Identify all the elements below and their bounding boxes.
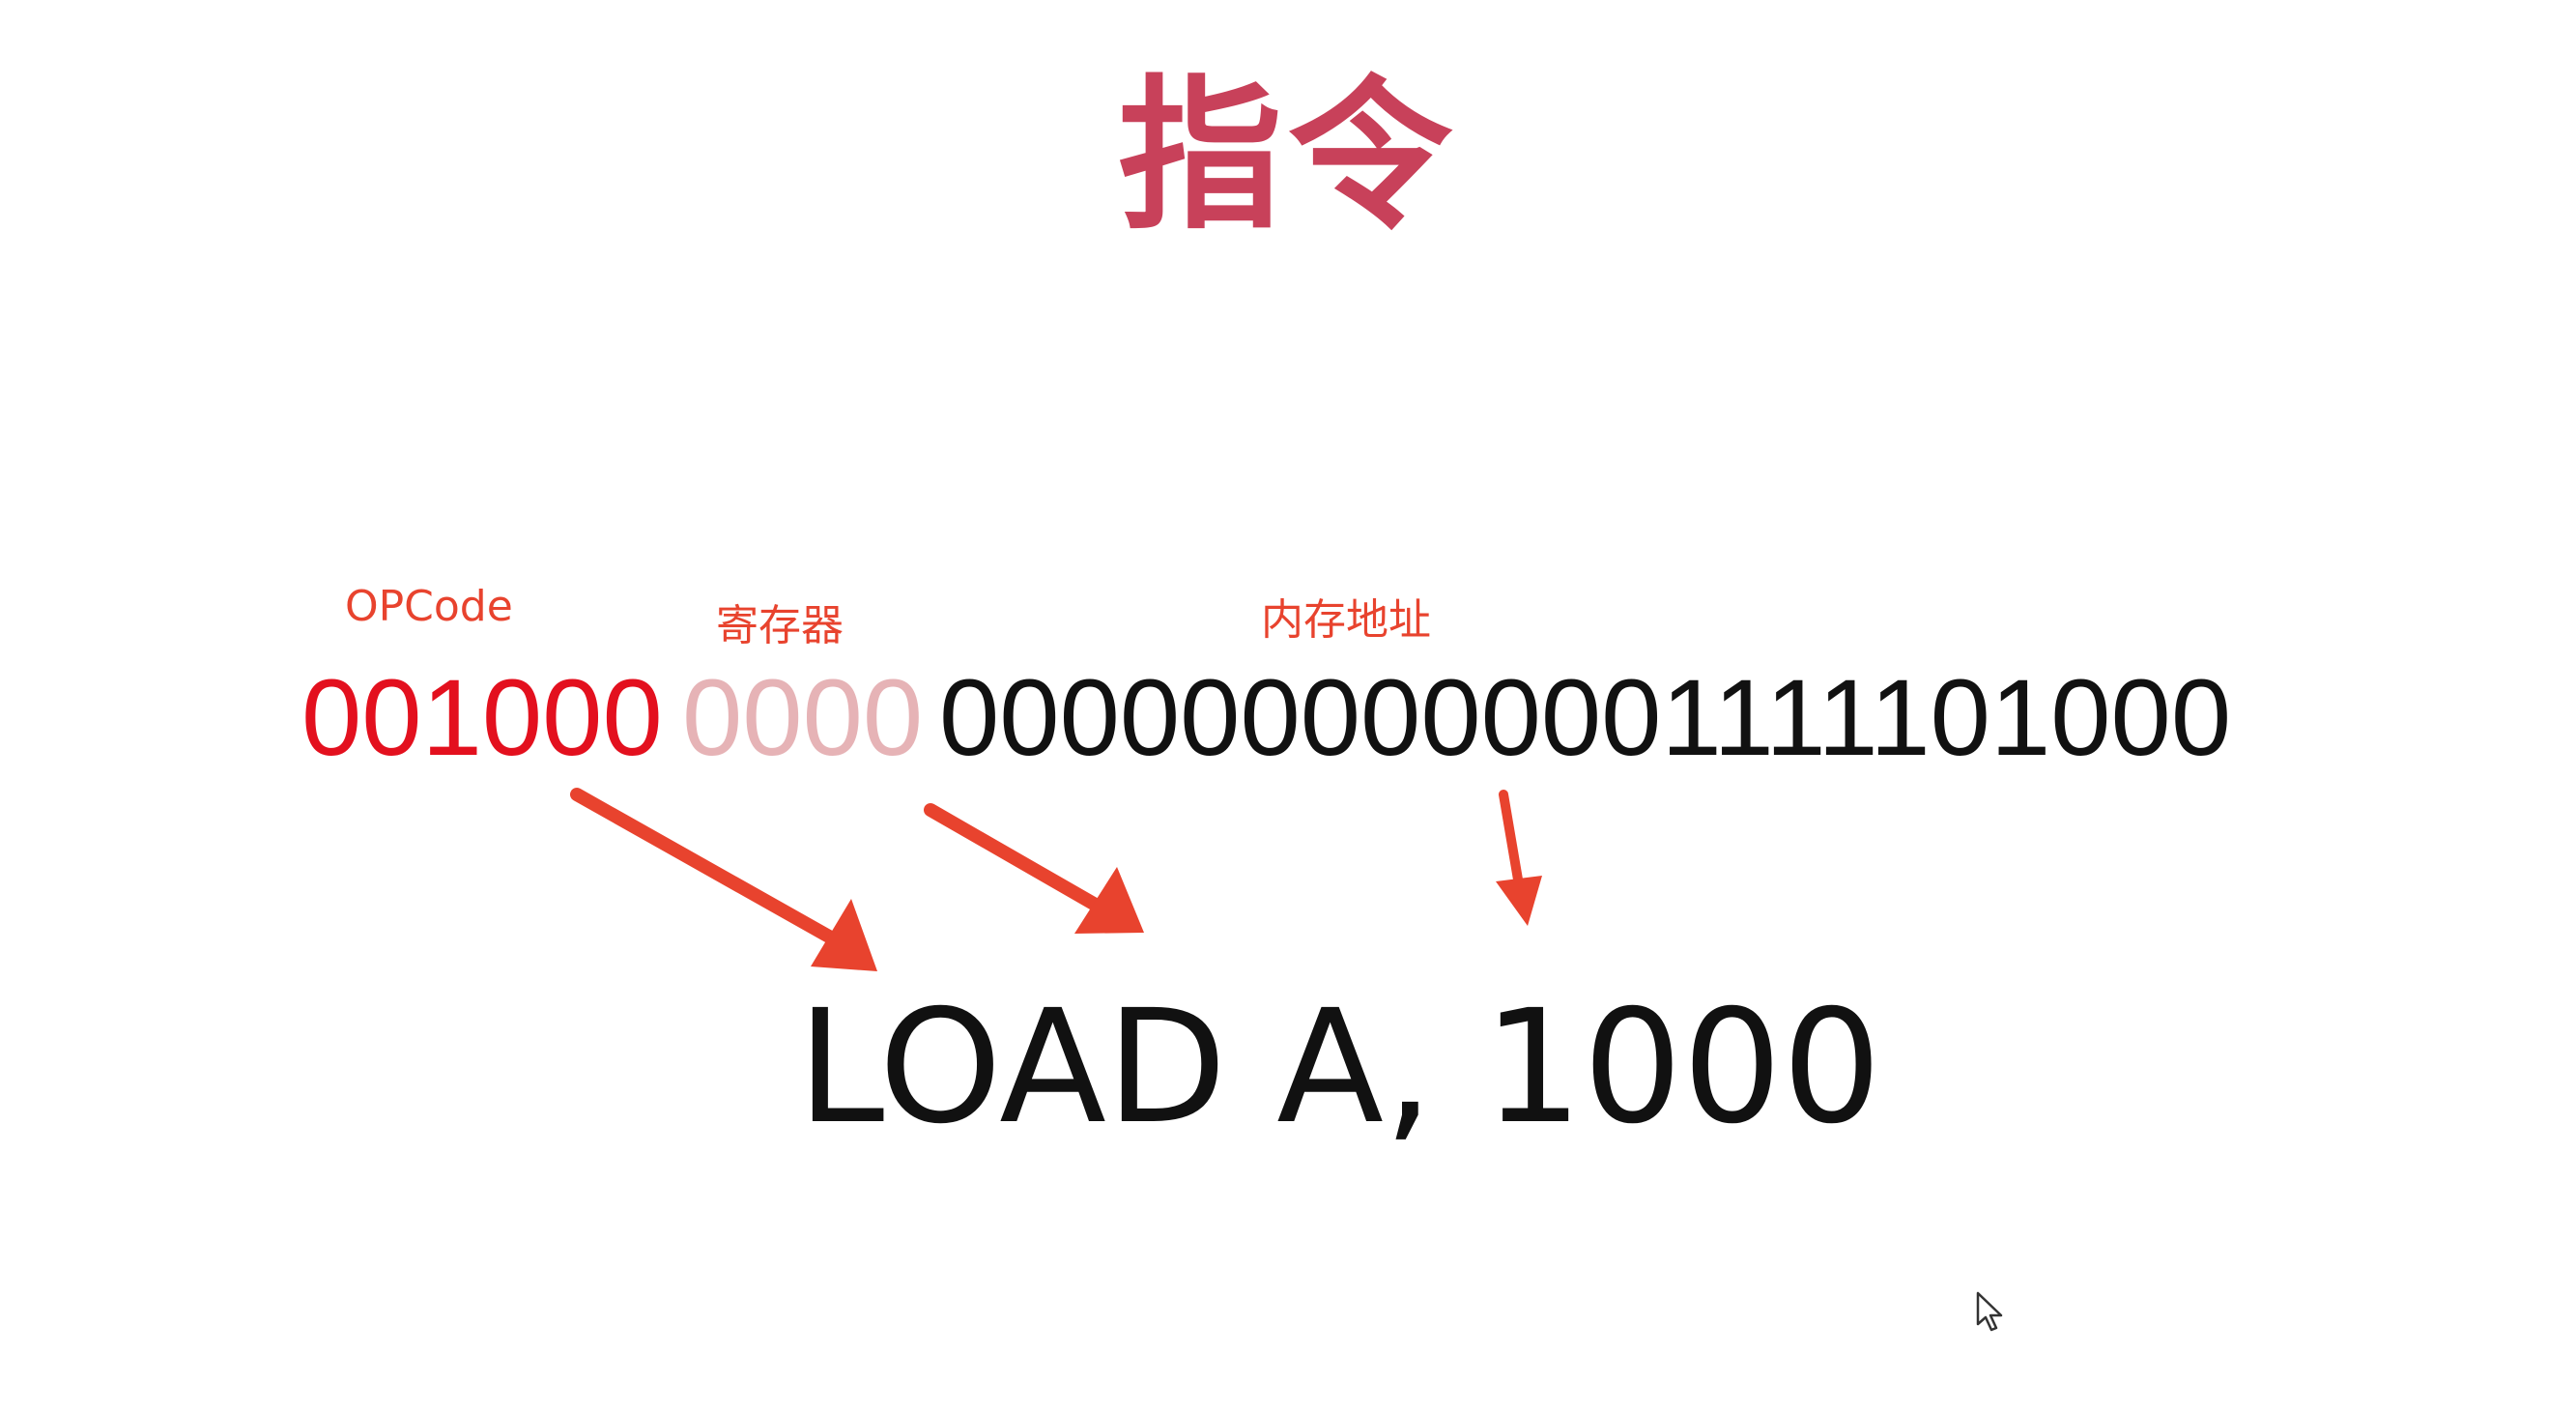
mouse-pointer-icon [1976, 1291, 2003, 1332]
opcode-arrow [570, 788, 877, 971]
arrows [570, 788, 1542, 971]
memory-address-arrow [1496, 790, 1542, 926]
assembly-instruction: LOAD A, 1000 [797, 977, 1882, 1159]
register-arrow [924, 803, 1144, 934]
